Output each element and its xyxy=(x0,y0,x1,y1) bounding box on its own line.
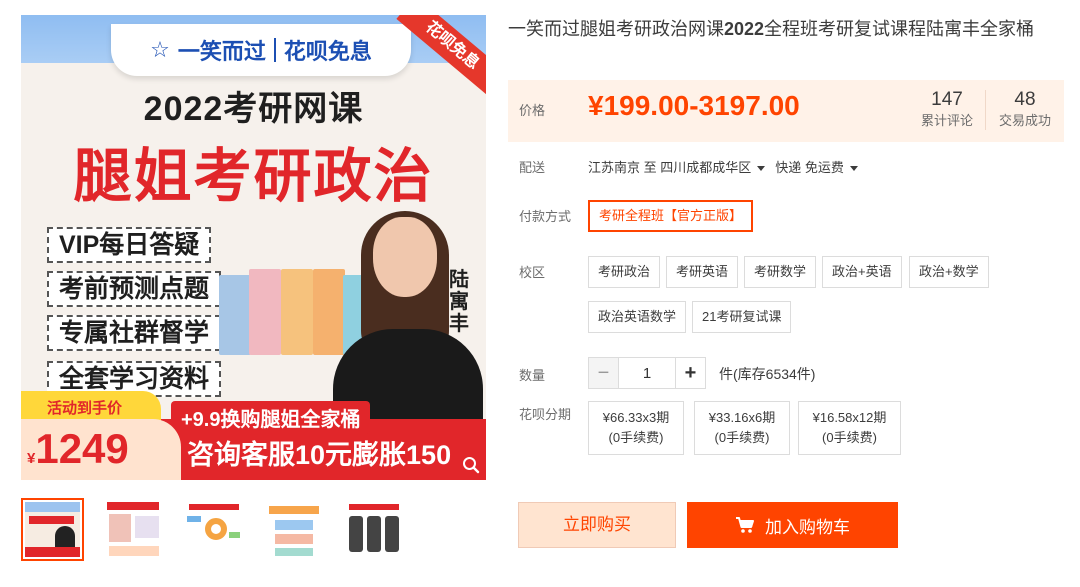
quantity-label: 数量 xyxy=(519,368,546,383)
campus-option[interactable]: 考研政治 xyxy=(588,256,661,288)
price-label: 价格 xyxy=(519,103,546,118)
title-suffix: 全程班考研复试课程陆寓丰全家桶 xyxy=(764,19,1035,39)
banner-tag: 花呗免息 xyxy=(283,39,372,64)
add-to-cart-label: 加入购物车 xyxy=(765,517,850,537)
buy-now-button[interactable]: 立即购买 xyxy=(518,502,676,548)
sales-count: 48 xyxy=(1014,89,1036,110)
installment-option[interactable]: ¥66.33x3期 (0手续费) xyxy=(588,401,684,455)
feature-tag: 专属社群督学 xyxy=(47,315,222,351)
stock-info: 件(库存6534件) xyxy=(719,366,816,382)
promo-price: ¥1249 xyxy=(21,419,181,480)
campus-option[interactable]: 政治+英语 xyxy=(822,256,902,288)
promo-subtext: +9.9换购腿姐全家桶 xyxy=(171,401,371,434)
campus-option[interactable]: 政治+数学 xyxy=(909,256,989,288)
installment-label: 花呗分期 xyxy=(519,407,572,422)
thumbnail[interactable] xyxy=(261,498,324,561)
cart-icon xyxy=(736,517,754,533)
campus-option[interactable]: 考研数学 xyxy=(744,256,817,288)
thumbnail[interactable] xyxy=(101,498,164,561)
campus-option[interactable]: 政治英语数学 xyxy=(588,301,687,333)
review-count: 147 xyxy=(931,89,963,110)
banner-divider xyxy=(273,38,276,62)
installment-amount: ¥16.58x12期 xyxy=(812,410,887,425)
promo-main-text: 咨询客服10元膨胀150 xyxy=(187,440,452,470)
sales-label: 交易成功 xyxy=(998,113,1051,128)
feature-tag: 考前预测点题 xyxy=(47,271,222,307)
installment-fee: (0手续费) xyxy=(822,430,877,445)
zoom-icon[interactable] xyxy=(462,456,480,474)
product-title: 一笑而过腿姐考研政治网课2022全程班考研复试课程陆寓丰全家桶 xyxy=(508,18,1060,40)
installment-option[interactable]: ¥33.16x6期 (0手续费) xyxy=(694,401,790,455)
title-year: 2022 xyxy=(724,19,765,39)
installment-row: 花呗分期 ¥66.33x3期 (0手续费) ¥33.16x6期 (0手续费) ¥… xyxy=(508,401,1064,457)
stat-divider xyxy=(985,90,986,130)
thumbnail[interactable] xyxy=(181,498,244,561)
review-stat[interactable]: 147 累计评论 xyxy=(912,88,982,130)
ship-method: 快递 免运费 xyxy=(775,160,844,175)
thumbnail[interactable] xyxy=(21,498,84,561)
thumbnail[interactable] xyxy=(341,498,404,561)
price-panel: 价格 ¥199.00-3197.00 147 累计评论 48 交易成功 xyxy=(508,80,1064,142)
installment-amount: ¥33.16x6期 xyxy=(708,410,776,425)
image-headline-1: 2022考研网课 xyxy=(143,90,364,128)
installment-fee: (0手续费) xyxy=(714,430,770,445)
installment-fee: (0手续费) xyxy=(608,430,664,445)
shipping-row: 配送 江苏南京 至 四川成都成华区 快递 免运费 xyxy=(508,157,1064,177)
ship-to: 四川成都成华区 xyxy=(660,160,752,175)
sales-stat: 48 交易成功 xyxy=(990,88,1060,130)
installment-amount: ¥66.33x3期 xyxy=(602,410,670,425)
image-headline-2: 腿姐考研政治 xyxy=(73,144,434,209)
campus-label: 校区 xyxy=(519,265,546,280)
campus-option[interactable]: 考研英语 xyxy=(666,256,739,288)
banner-brand: 一笑而过 xyxy=(177,39,266,64)
add-to-cart-button[interactable]: 加入购物车 xyxy=(687,502,898,548)
chevron-down-icon xyxy=(849,166,858,172)
quantity-input[interactable] xyxy=(618,357,676,389)
payment-label: 付款方式 xyxy=(519,209,572,224)
brand-logo-icon: ☆ xyxy=(150,37,170,62)
ship-from: 江苏南京 至 xyxy=(588,160,657,175)
ship-to-select[interactable]: 四川成都成华区 xyxy=(660,160,775,175)
price-value: ¥199.00-3197.00 xyxy=(588,90,800,121)
payment-option-selected[interactable]: 考研全程班【官方正版】 xyxy=(588,200,754,232)
teacher-name: 陆寓丰 xyxy=(449,269,469,335)
campus-option[interactable]: 21考研复试课 xyxy=(692,301,792,333)
campus-row: 校区 考研政治 考研英语 考研数学 政治+英语 政治+数学 政治英语数学 21考… xyxy=(508,256,1064,336)
brand-banner: ☆ 一笑而过 花呗免息 xyxy=(111,24,411,76)
payment-row: 付款方式 考研全程班【官方正版】 xyxy=(508,200,1064,234)
quantity-plus-button[interactable]: + xyxy=(675,357,706,389)
ship-method-select[interactable]: 快递 免运费 xyxy=(775,160,868,175)
installment-option[interactable]: ¥16.58x12期 (0手续费) xyxy=(798,401,901,455)
review-label: 累计评论 xyxy=(920,113,973,128)
shipping-label: 配送 xyxy=(519,160,546,175)
quantity-row: 数量 − + 件(库存6534件) xyxy=(508,357,1064,389)
chevron-down-icon xyxy=(757,166,766,172)
feature-tag: VIP每日答疑 xyxy=(47,227,212,263)
promo-price-value: 1249 xyxy=(35,425,129,472)
thumbnail-strip xyxy=(21,498,404,561)
title-prefix: 一笑而过腿姐考研政治网课 xyxy=(508,19,724,39)
main-product-image[interactable]: ☆ 一笑而过 花呗免息 花呗免息 2022考研网课 腿姐考研政治 VIP每日答疑… xyxy=(21,15,486,480)
shipping-info: 江苏南京 至 四川成都成华区 快递 免运费 xyxy=(588,157,868,176)
quantity-minus-button[interactable]: − xyxy=(588,357,619,389)
